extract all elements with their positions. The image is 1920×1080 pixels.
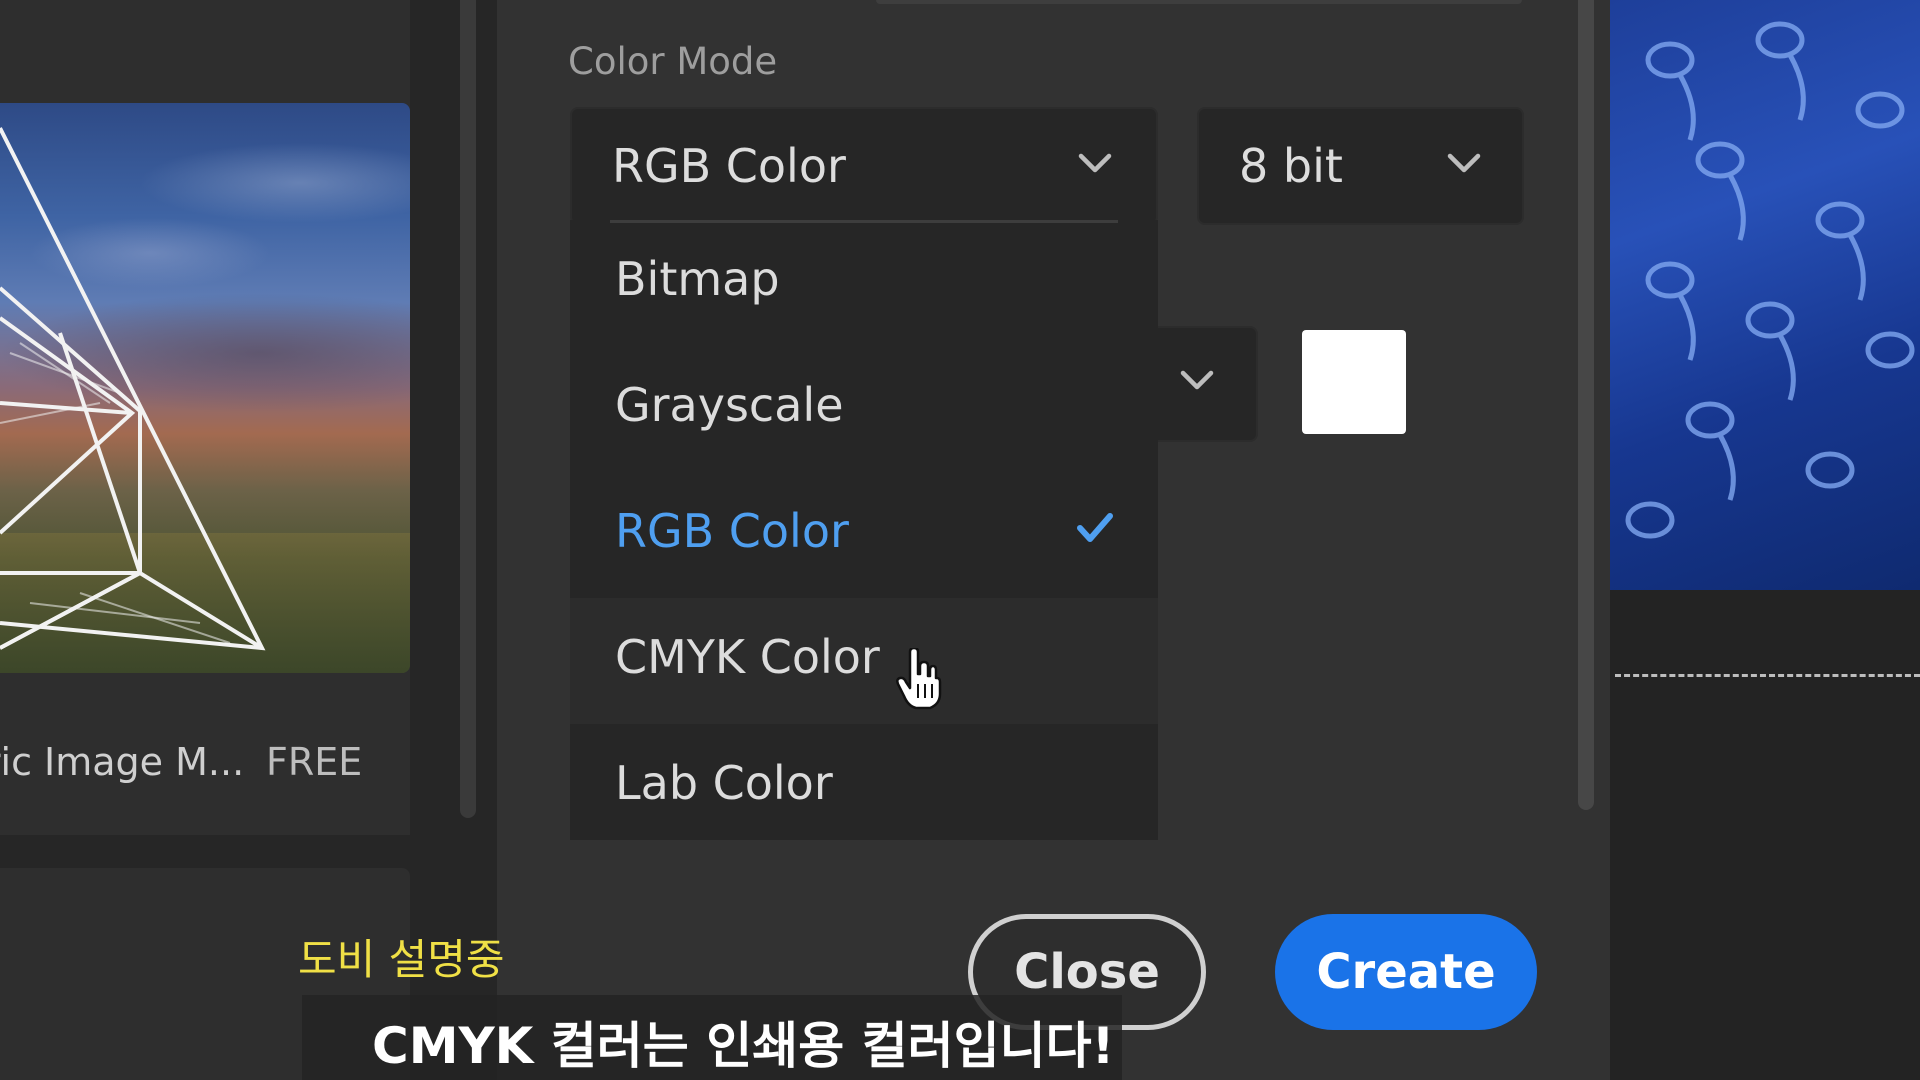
chevron-down-icon — [1180, 370, 1214, 390]
menu-item-rgb-color[interactable]: RGB Color — [570, 472, 1158, 598]
geometric-lines-graphic — [0, 127, 266, 651]
template-thumbnail[interactable] — [0, 103, 410, 673]
chevron-down-icon — [1447, 153, 1481, 173]
hand-cursor-icon — [896, 648, 942, 710]
menu-item-label: RGB Color — [615, 504, 849, 558]
menu-item-label: Lab Color — [615, 756, 833, 810]
previous-field-edge — [876, 0, 1522, 4]
menu-item-cmyk-color[interactable]: CMYK Color — [570, 598, 1158, 724]
chevron-down-icon — [1078, 153, 1112, 173]
template-price: FREE — [266, 740, 363, 784]
fabric-preview-image[interactable] — [1610, 0, 1920, 590]
menu-item-lab-color[interactable]: Lab Color — [570, 724, 1158, 850]
menu-item-label: CMYK Color — [615, 630, 880, 684]
menu-item-bitmap[interactable]: Bitmap — [570, 220, 1158, 346]
checkmark-icon — [1077, 513, 1113, 542]
color-mode-dropdown: Bitmap Grayscale RGB Color CMYK Color La… — [570, 220, 1158, 840]
template-panel-scrollbar[interactable] — [460, 0, 476, 818]
color-mode-value: RGB Color — [612, 139, 846, 193]
bit-depth-select[interactable]: 8 bit — [1197, 107, 1524, 225]
bit-depth-value: 8 bit — [1239, 139, 1343, 193]
subtitle-speaker-tag: 도비 설명중 — [298, 935, 505, 984]
template-caption: tric Image M... FREE — [0, 740, 410, 786]
artboard-dashed-guide — [1615, 674, 1920, 677]
background-color-swatch[interactable] — [1302, 330, 1406, 434]
menu-item-label: Bitmap — [615, 252, 780, 306]
menu-item-grayscale[interactable]: Grayscale — [570, 346, 1158, 472]
menu-item-label: Grayscale — [615, 378, 844, 432]
fabric-pattern — [1625, 21, 1915, 539]
create-button[interactable]: Create — [1275, 914, 1537, 1030]
template-name: tric Image M... — [0, 740, 245, 784]
dialog-scrollbar[interactable] — [1578, 0, 1594, 810]
subtitle-caption: CMYK 컬러는 인쇄용 컬러입니다! — [372, 1017, 1115, 1075]
color-mode-select[interactable]: RGB Color — [570, 107, 1158, 225]
color-mode-label: Color Mode — [568, 40, 778, 83]
background-contents-select[interactable] — [1150, 326, 1258, 442]
template-card[interactable]: tric Image M... FREE — [0, 0, 410, 835]
